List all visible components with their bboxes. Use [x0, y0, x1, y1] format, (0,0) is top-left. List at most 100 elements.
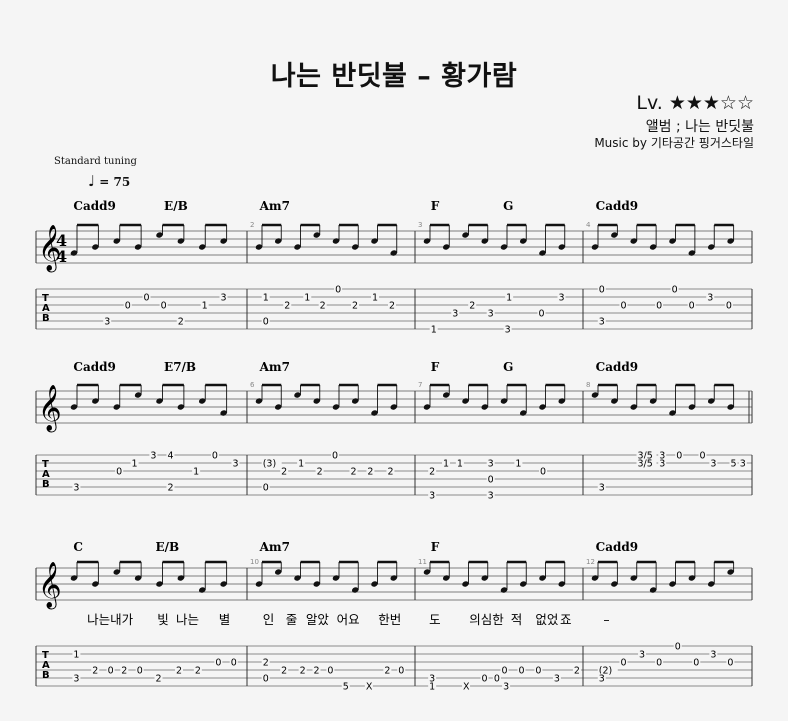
tab-fret-number: 3 — [220, 293, 226, 304]
tab-fret-number: 0 — [125, 301, 131, 312]
chord-name: G — [503, 199, 513, 213]
tab-clef-letter: B — [42, 313, 50, 324]
measure-number: 2 — [250, 221, 254, 229]
tab-fret-number: 3 — [73, 483, 79, 494]
tab-fret-number: 2 — [429, 467, 435, 478]
tab-fret-number: 1 — [298, 459, 304, 470]
tab-fret-number: 3 — [659, 459, 665, 470]
tab-fret-number: 3/5 — [638, 459, 653, 470]
tab-fret-number: 2 — [387, 467, 393, 478]
tab-fret-number: 0 — [263, 674, 269, 685]
chord-name: Am7 — [259, 199, 290, 213]
tab-fret-number: 0 — [482, 674, 488, 685]
tab-fret-number: 3 — [599, 317, 605, 328]
chord-name: E/B — [164, 199, 188, 213]
tab-fret-number: 5 — [731, 459, 737, 470]
tab-fret-number: 2 — [156, 674, 162, 685]
tab-fret-number: 0 — [599, 285, 605, 296]
tab-fret-number: 0 — [327, 666, 333, 677]
tab-fret-number: 0 — [263, 483, 269, 494]
tab-fret-number: 0 — [212, 451, 218, 462]
tab-fret-number: 0 — [116, 467, 122, 478]
tab-fret-number: 2 — [469, 301, 475, 312]
chord-name: Cadd9 — [596, 199, 638, 213]
tab-fret-number: 2 — [281, 666, 287, 677]
chord-name: C — [73, 540, 83, 554]
tab-clef-letter: B — [42, 479, 50, 490]
tab-fret-number: 0 — [263, 317, 269, 328]
tab-fret-number: 0 — [231, 658, 237, 669]
tab-fret-number: 0 — [727, 658, 733, 669]
tab-fret-number: 2 — [263, 658, 269, 669]
tab-fret-number: 2 — [284, 301, 290, 312]
tab-fret-number: 0 — [676, 451, 682, 462]
tab-fret-number: 3 — [488, 309, 494, 320]
tab-fret-number: 2 — [167, 483, 173, 494]
tab-fret-number: 0 — [518, 666, 524, 677]
tab-fret-number: 2 — [314, 666, 320, 677]
chord-name: Cadd9 — [596, 360, 638, 374]
measure-number: 12 — [586, 558, 595, 566]
chord-name: F — [431, 540, 440, 554]
tab-fret-number: 0 — [656, 301, 662, 312]
measure-number: 7 — [418, 381, 422, 389]
chord-name: F — [431, 199, 440, 213]
tab-fret-number: 2 — [389, 301, 395, 312]
tab-fret-number: 2 — [384, 666, 390, 677]
tab-fret-number: 0 — [108, 666, 114, 677]
tab-fret-number: 0 — [488, 475, 494, 486]
score-canvas: 2 3 4𝄞TAB44Cadd9 E/B Am7 F G Cadd900 0 13 23 12 2 2 21… — [35, 199, 753, 693]
tab-clef-letter: B — [42, 670, 50, 681]
lyric-syllable: 알았 — [306, 612, 330, 627]
tab-fret-number: 0 — [620, 658, 626, 669]
tab-fret-number: 0 — [161, 301, 167, 312]
lyric-syllable: – — [603, 612, 609, 627]
tab-fret-number: 0 — [144, 293, 150, 304]
lyric-syllable: 별 — [219, 612, 231, 627]
tab-fret-number: 1 — [263, 293, 269, 304]
tab-fret-number: 0 — [215, 658, 221, 669]
tab-fret-number: 5 — [343, 682, 349, 693]
tab-fret-number: 1 — [506, 293, 512, 304]
chord-name: E7/B — [164, 360, 196, 374]
chord-name: E/B — [156, 540, 180, 554]
lyric-syllable: 죠 — [560, 612, 572, 627]
tab-fret-number: 3 — [710, 650, 716, 661]
tab-fret-number: 2 — [281, 467, 287, 478]
tab-fret-number: 2 — [574, 666, 580, 677]
tab-fret-number: 1 — [73, 650, 79, 661]
chord-name: Cadd9 — [596, 540, 638, 554]
tab-fret-number: 3 — [639, 650, 645, 661]
tab-fret-number: 3 — [559, 293, 565, 304]
lyric-syllable: 적 — [511, 612, 523, 627]
tab-fret-number: 2 — [350, 467, 356, 478]
measure-number: 10 — [250, 558, 259, 566]
lyric-syllable: 줄 — [286, 612, 298, 627]
tab-fret-number: 2 — [178, 317, 184, 328]
tab-fret-number: 0 — [332, 451, 338, 462]
tab-fret-number: 3 — [599, 674, 605, 685]
treble-clef-icon: 𝄞 — [38, 562, 62, 610]
tab-fret-number: 2 — [352, 301, 358, 312]
tab-fret-number: 3 — [429, 491, 435, 502]
tab-fret-number: 3 — [232, 459, 238, 470]
tab-fret-number: 3 — [488, 491, 494, 502]
tab-fret-number: 0 — [502, 666, 508, 677]
measure-number: 11 — [418, 558, 427, 566]
treble-clef-icon: 𝄞 — [38, 385, 62, 433]
tab-fret-number: 3 — [452, 309, 458, 320]
tab-fret-number: 3 — [505, 325, 511, 336]
tab-fret-number: 0 — [539, 309, 545, 320]
measure-number: 8 — [586, 381, 590, 389]
tab-fret-number: 1 — [202, 301, 208, 312]
tab-fret-number: 3 — [740, 459, 746, 470]
tab-fret-number: 3 — [104, 317, 110, 328]
chord-name: Cadd9 — [73, 199, 115, 213]
lyric-syllable: 도 — [429, 612, 441, 627]
tab-fret-number: 3 — [599, 483, 605, 494]
tab-fret-number: 2 — [195, 666, 201, 677]
tab-fret-number: 0 — [335, 285, 341, 296]
tab-fret-number: 2 — [367, 467, 373, 478]
lyric-syllable: 빛 — [157, 612, 169, 627]
chord-name: Am7 — [259, 540, 290, 554]
